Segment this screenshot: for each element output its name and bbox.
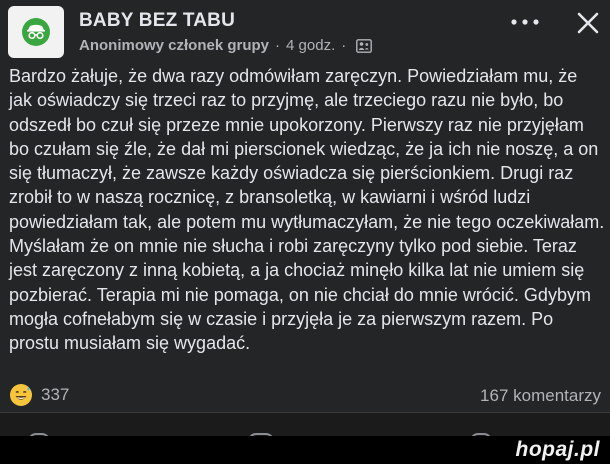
post-meta: Anonimowy członek grupy · 4 godz. · bbox=[79, 37, 373, 54]
post-time[interactable]: 4 godz. bbox=[286, 37, 335, 54]
more-horizontal-icon bbox=[511, 19, 539, 25]
comments-count-link[interactable]: 167 komentarzy bbox=[480, 386, 601, 406]
group-members-icon bbox=[356, 38, 373, 53]
site-watermark: hopaj.pl bbox=[515, 438, 600, 461]
grinning-sweat-emoji-icon bbox=[10, 384, 32, 406]
group-name[interactable]: BABY BEZ TABU bbox=[79, 10, 235, 32]
reactions-summary[interactable]: 337 bbox=[9, 383, 69, 407]
group-avatar[interactable] bbox=[8, 6, 64, 58]
anonymous-incognito-icon bbox=[22, 18, 50, 46]
reaction-count: 337 bbox=[41, 385, 70, 404]
close-icon bbox=[577, 12, 599, 34]
meta-separator: · bbox=[275, 37, 281, 54]
post-body-text: Bardzo żałuje, że dwa razy odmówiłam zar… bbox=[9, 66, 605, 354]
more-options-button[interactable] bbox=[505, 8, 545, 36]
close-button[interactable] bbox=[573, 8, 603, 38]
author-name[interactable]: Anonimowy członek grupy bbox=[79, 37, 269, 54]
post-card: BABY BEZ TABU Anonimowy członek grupy · … bbox=[0, 0, 610, 412]
meta-separator-2: · bbox=[341, 37, 347, 54]
